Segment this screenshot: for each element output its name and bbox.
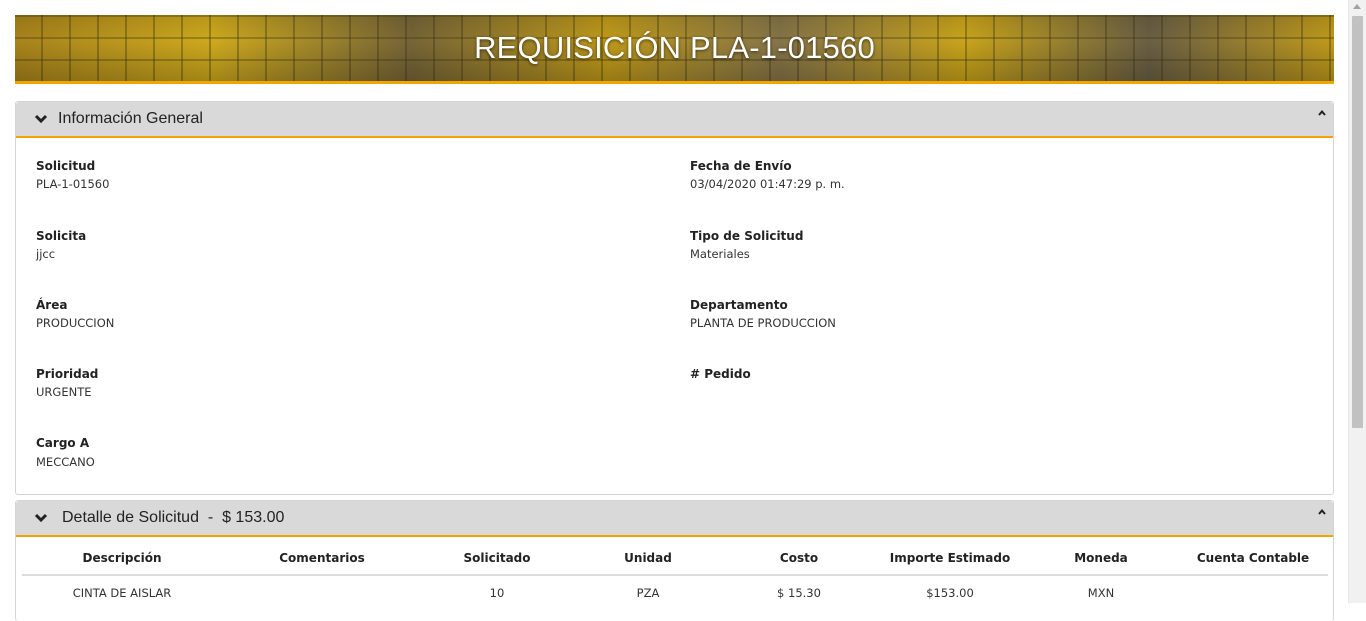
- scrollbar-thumb[interactable]: [1352, 16, 1363, 428]
- info-panel: Información General Solicitud PLA-1-0156…: [15, 101, 1334, 495]
- column-header-descripcion[interactable]: Descripción: [83, 551, 162, 565]
- page-banner: REQUISICIÓN PLA-1-01560: [15, 15, 1334, 84]
- caret-up-icon[interactable]: [1317, 507, 1327, 517]
- info-panel-title: Información General: [58, 110, 203, 127]
- cell-unidad: PZA: [636, 586, 660, 600]
- column-header-comentarios[interactable]: Comentarios: [279, 551, 365, 565]
- column-header-solicitado[interactable]: Solicitado: [463, 551, 530, 565]
- chevron-down-icon: [34, 114, 48, 124]
- field-label-prioridad: Prioridad: [36, 367, 99, 381]
- column-header-moneda[interactable]: Moneda: [1074, 551, 1128, 565]
- vertical-scrollbar[interactable]: [1348, 0, 1366, 603]
- field-label-departamento: Departamento: [690, 298, 788, 312]
- field-value-area: PRODUCCION: [36, 316, 115, 330]
- field-label-fecha-envio: Fecha de Envío: [690, 159, 792, 173]
- cell-moneda: MXN: [1087, 586, 1115, 600]
- cell-solicitado: 10: [489, 586, 505, 600]
- field-value-prioridad: URGENTE: [36, 385, 92, 399]
- detail-panel-title: Detalle de Solicitud - $ 153.00: [62, 509, 285, 526]
- field-label-cargo-a: Cargo A: [36, 436, 90, 450]
- cell-importe-estimado: $153.00: [926, 586, 974, 600]
- column-header-importe-estimado[interactable]: Importe Estimado: [890, 551, 1010, 565]
- cell-costo: $ 15.30: [777, 586, 821, 600]
- field-label-area: Área: [36, 298, 68, 312]
- field-value-solicita: jjcc: [36, 247, 56, 261]
- detail-panel-header[interactable]: Detalle de Solicitud - $ 153.00: [16, 501, 1333, 537]
- field-value-solicitud: PLA-1-01560: [36, 177, 110, 191]
- cell-descripcion: CINTA DE AISLAR: [72, 586, 172, 600]
- page-title: REQUISICIÓN PLA-1-01560: [474, 30, 875, 65]
- field-value-cargo-a: MECCANO: [36, 455, 95, 469]
- field-label-solicita: Solicita: [36, 229, 87, 243]
- column-header-cuenta-contable[interactable]: Cuenta Contable: [1197, 551, 1309, 565]
- field-label-solicitud: Solicitud: [36, 159, 96, 173]
- scroll-up-arrow-icon[interactable]: [1353, 4, 1361, 9]
- table-header-divider: [22, 574, 1328, 576]
- field-value-fecha-envio: 03/04/2020 01:47:29 p. m.: [690, 177, 845, 191]
- column-header-unidad[interactable]: Unidad: [624, 551, 672, 565]
- chevron-down-icon: [34, 513, 48, 523]
- field-label-tipo-solicitud: Tipo de Solicitud: [690, 229, 804, 243]
- field-label-pedido: # Pedido: [690, 367, 751, 381]
- field-value-departamento: PLANTA DE PRODUCCION: [690, 316, 836, 330]
- caret-up-icon[interactable]: [1317, 108, 1327, 118]
- field-value-tipo-solicitud: Materiales: [690, 247, 750, 261]
- column-header-costo[interactable]: Costo: [780, 551, 818, 565]
- info-panel-header[interactable]: Información General: [16, 102, 1333, 138]
